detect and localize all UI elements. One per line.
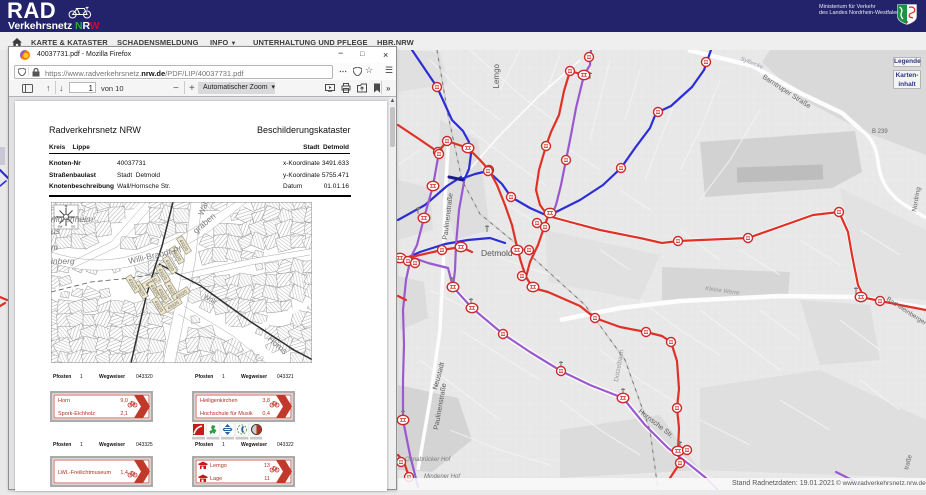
svg-text:Osnabrücker Hof: Osnabrücker Hof	[405, 457, 452, 463]
svg-text:Detmold: Detmold	[481, 248, 513, 258]
svg-text:Lemgo: Lemgo	[492, 63, 501, 88]
svg-text:B 239: B 239	[872, 129, 888, 135]
